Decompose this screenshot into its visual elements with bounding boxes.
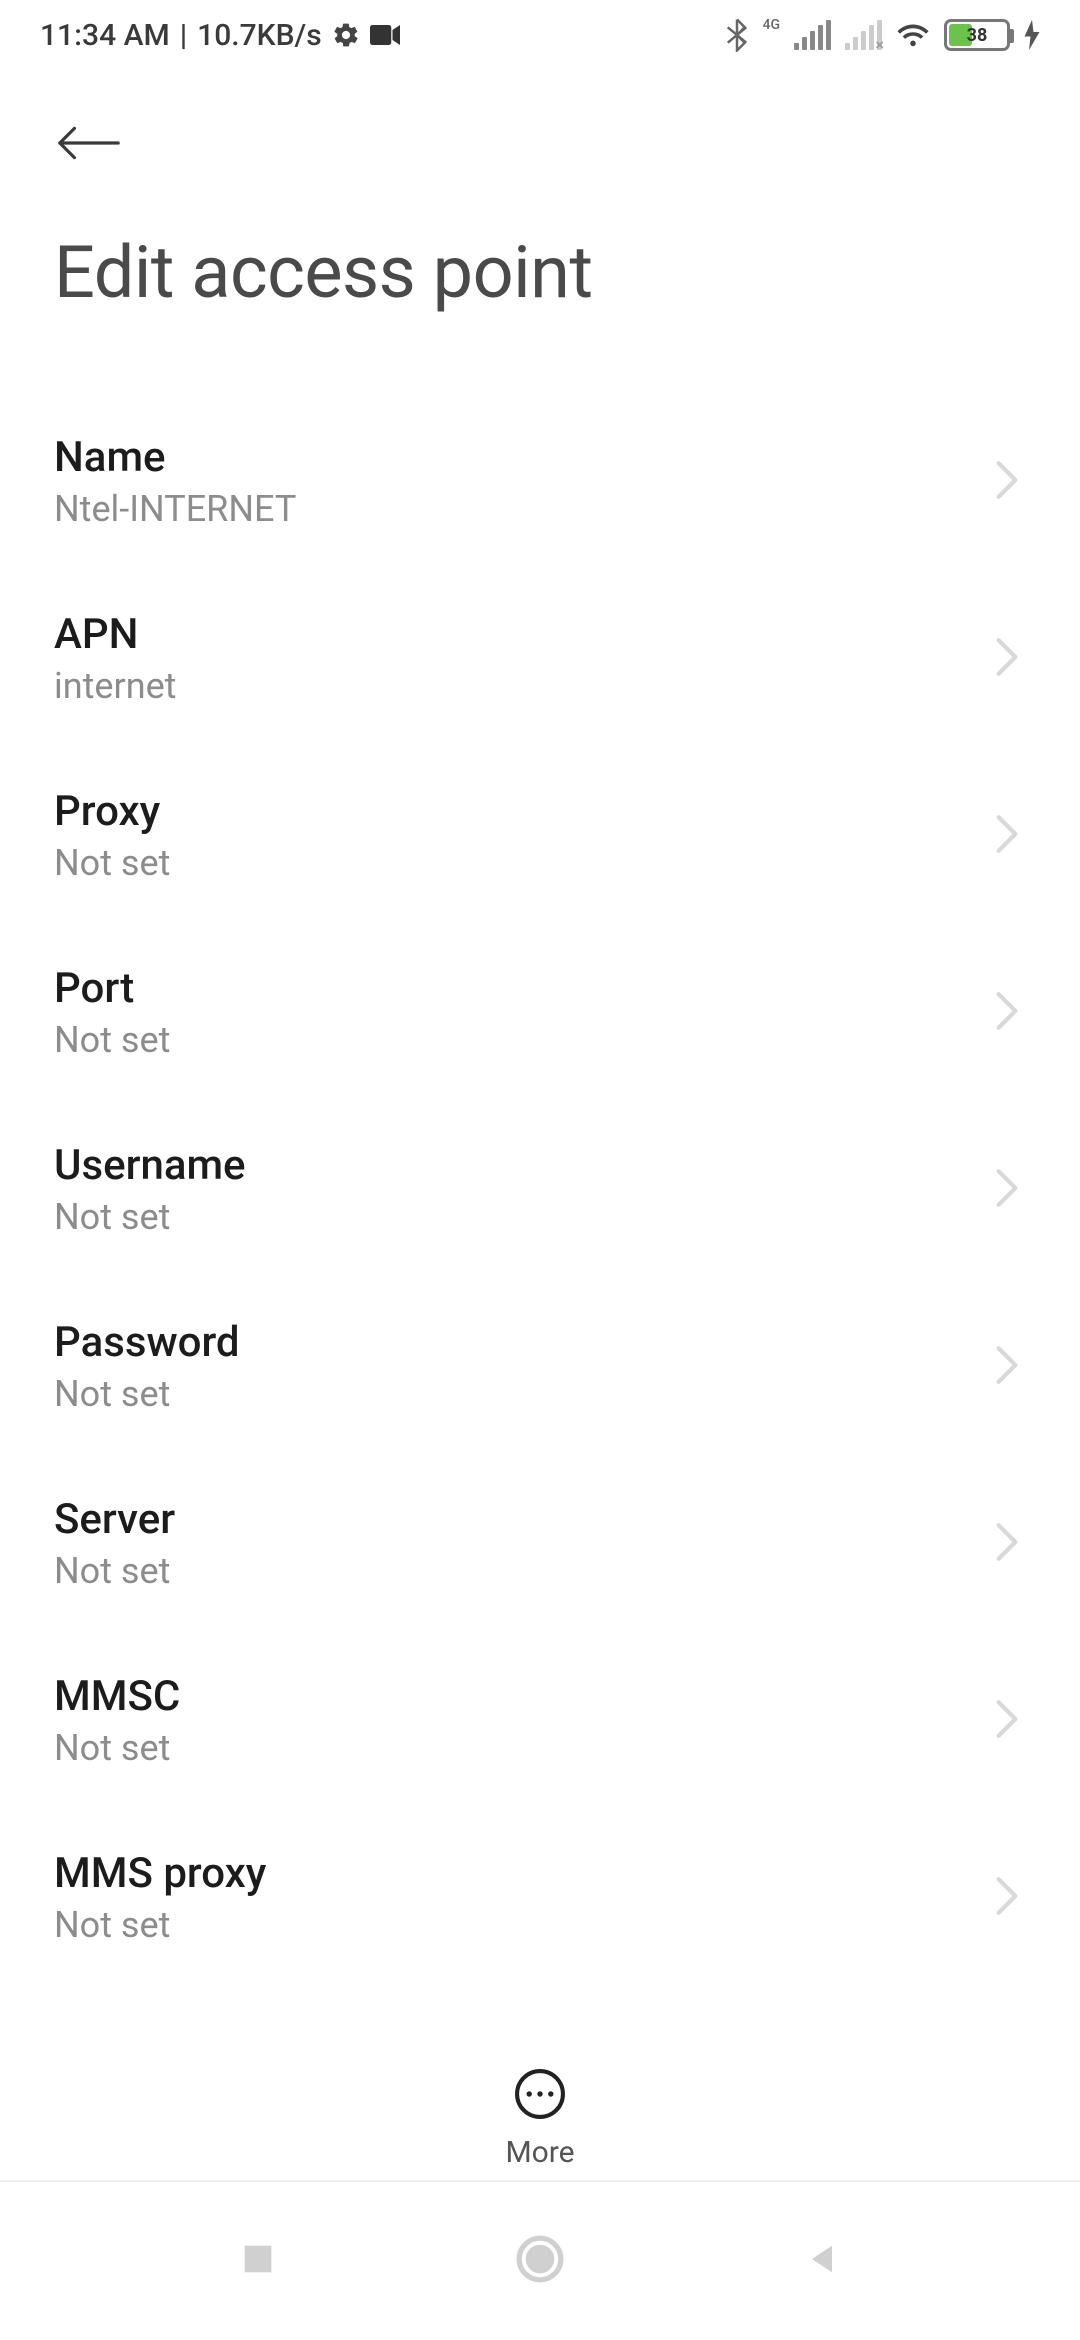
page-title: Edit access point: [0, 190, 1080, 395]
row-value: internet: [54, 665, 176, 707]
battery-icon: 38: [944, 19, 1010, 51]
chevron-right-icon: [994, 459, 1020, 505]
back-button[interactable]: [54, 120, 124, 170]
back-nav-button[interactable]: [802, 2239, 842, 2283]
row-label: APN: [54, 610, 176, 659]
chevron-right-icon: [994, 1698, 1020, 1744]
row-password[interactable]: Password Not set: [0, 1280, 1080, 1457]
status-left: 11:34 AM | 10.7KB/s: [40, 18, 400, 53]
row-label: MMS proxy: [54, 1849, 266, 1898]
row-label: Name: [54, 433, 296, 482]
signal-sim2-icon: [845, 20, 882, 50]
chevron-right-icon: [994, 636, 1020, 682]
status-bar: 11:34 AM | 10.7KB/s 4G 38: [0, 0, 1080, 70]
chevron-right-icon: [994, 813, 1020, 859]
home-button[interactable]: [514, 2233, 566, 2289]
row-value: Ntel-INTERNET: [54, 488, 296, 530]
system-nav-bar: [0, 2180, 1080, 2340]
charging-icon: [1024, 20, 1040, 50]
row-label: MMSC: [54, 1672, 180, 1721]
row-value: Not set: [54, 1904, 266, 1946]
row-label: Proxy: [54, 787, 170, 836]
bluetooth-icon: [725, 18, 749, 52]
recent-apps-button[interactable]: [238, 2239, 278, 2283]
row-value: Not set: [54, 1019, 170, 1061]
appbar: [0, 70, 1080, 190]
chevron-right-icon: [994, 1875, 1020, 1921]
row-apn[interactable]: APN internet: [0, 572, 1080, 749]
wifi-icon: [896, 21, 930, 49]
more-label: More: [505, 2135, 574, 2170]
row-name[interactable]: Name Ntel-INTERNET: [0, 395, 1080, 572]
row-label: Port: [54, 964, 170, 1013]
chevron-right-icon: [994, 1344, 1020, 1390]
more-button[interactable]: More: [505, 2067, 574, 2170]
status-netspeed: 10.7KB/s: [197, 18, 322, 53]
row-mmsc[interactable]: MMSC Not set: [0, 1634, 1080, 1811]
settings-icon: [332, 21, 360, 49]
row-value: Not set: [54, 1550, 175, 1592]
row-label: Password: [54, 1318, 240, 1367]
status-right: 4G 38: [725, 18, 1041, 52]
signal-sim1-icon: [794, 20, 831, 50]
status-separator: |: [180, 18, 187, 53]
row-username[interactable]: Username Not set: [0, 1103, 1080, 1280]
row-proxy[interactable]: Proxy Not set: [0, 749, 1080, 926]
more-icon: [513, 2067, 567, 2121]
4g-label: 4G: [763, 17, 781, 33]
row-value: Not set: [54, 1373, 240, 1415]
chevron-right-icon: [994, 990, 1020, 1036]
status-time: 11:34 AM: [40, 18, 170, 53]
chevron-right-icon: [994, 1521, 1020, 1567]
row-label: Username: [54, 1141, 246, 1190]
row-mms-proxy[interactable]: MMS proxy Not set: [0, 1811, 1080, 1988]
bottom-bar: More: [0, 2039, 1080, 2170]
row-server[interactable]: Server Not set: [0, 1457, 1080, 1634]
row-value: Not set: [54, 842, 170, 884]
row-label: Server: [54, 1495, 175, 1544]
camera-icon: [370, 24, 400, 46]
row-value: Not set: [54, 1727, 180, 1769]
row-value: Not set: [54, 1196, 246, 1238]
settings-list: Name Ntel-INTERNET APN internet Proxy No…: [0, 395, 1080, 1988]
row-port[interactable]: Port Not set: [0, 926, 1080, 1103]
chevron-right-icon: [994, 1167, 1020, 1213]
